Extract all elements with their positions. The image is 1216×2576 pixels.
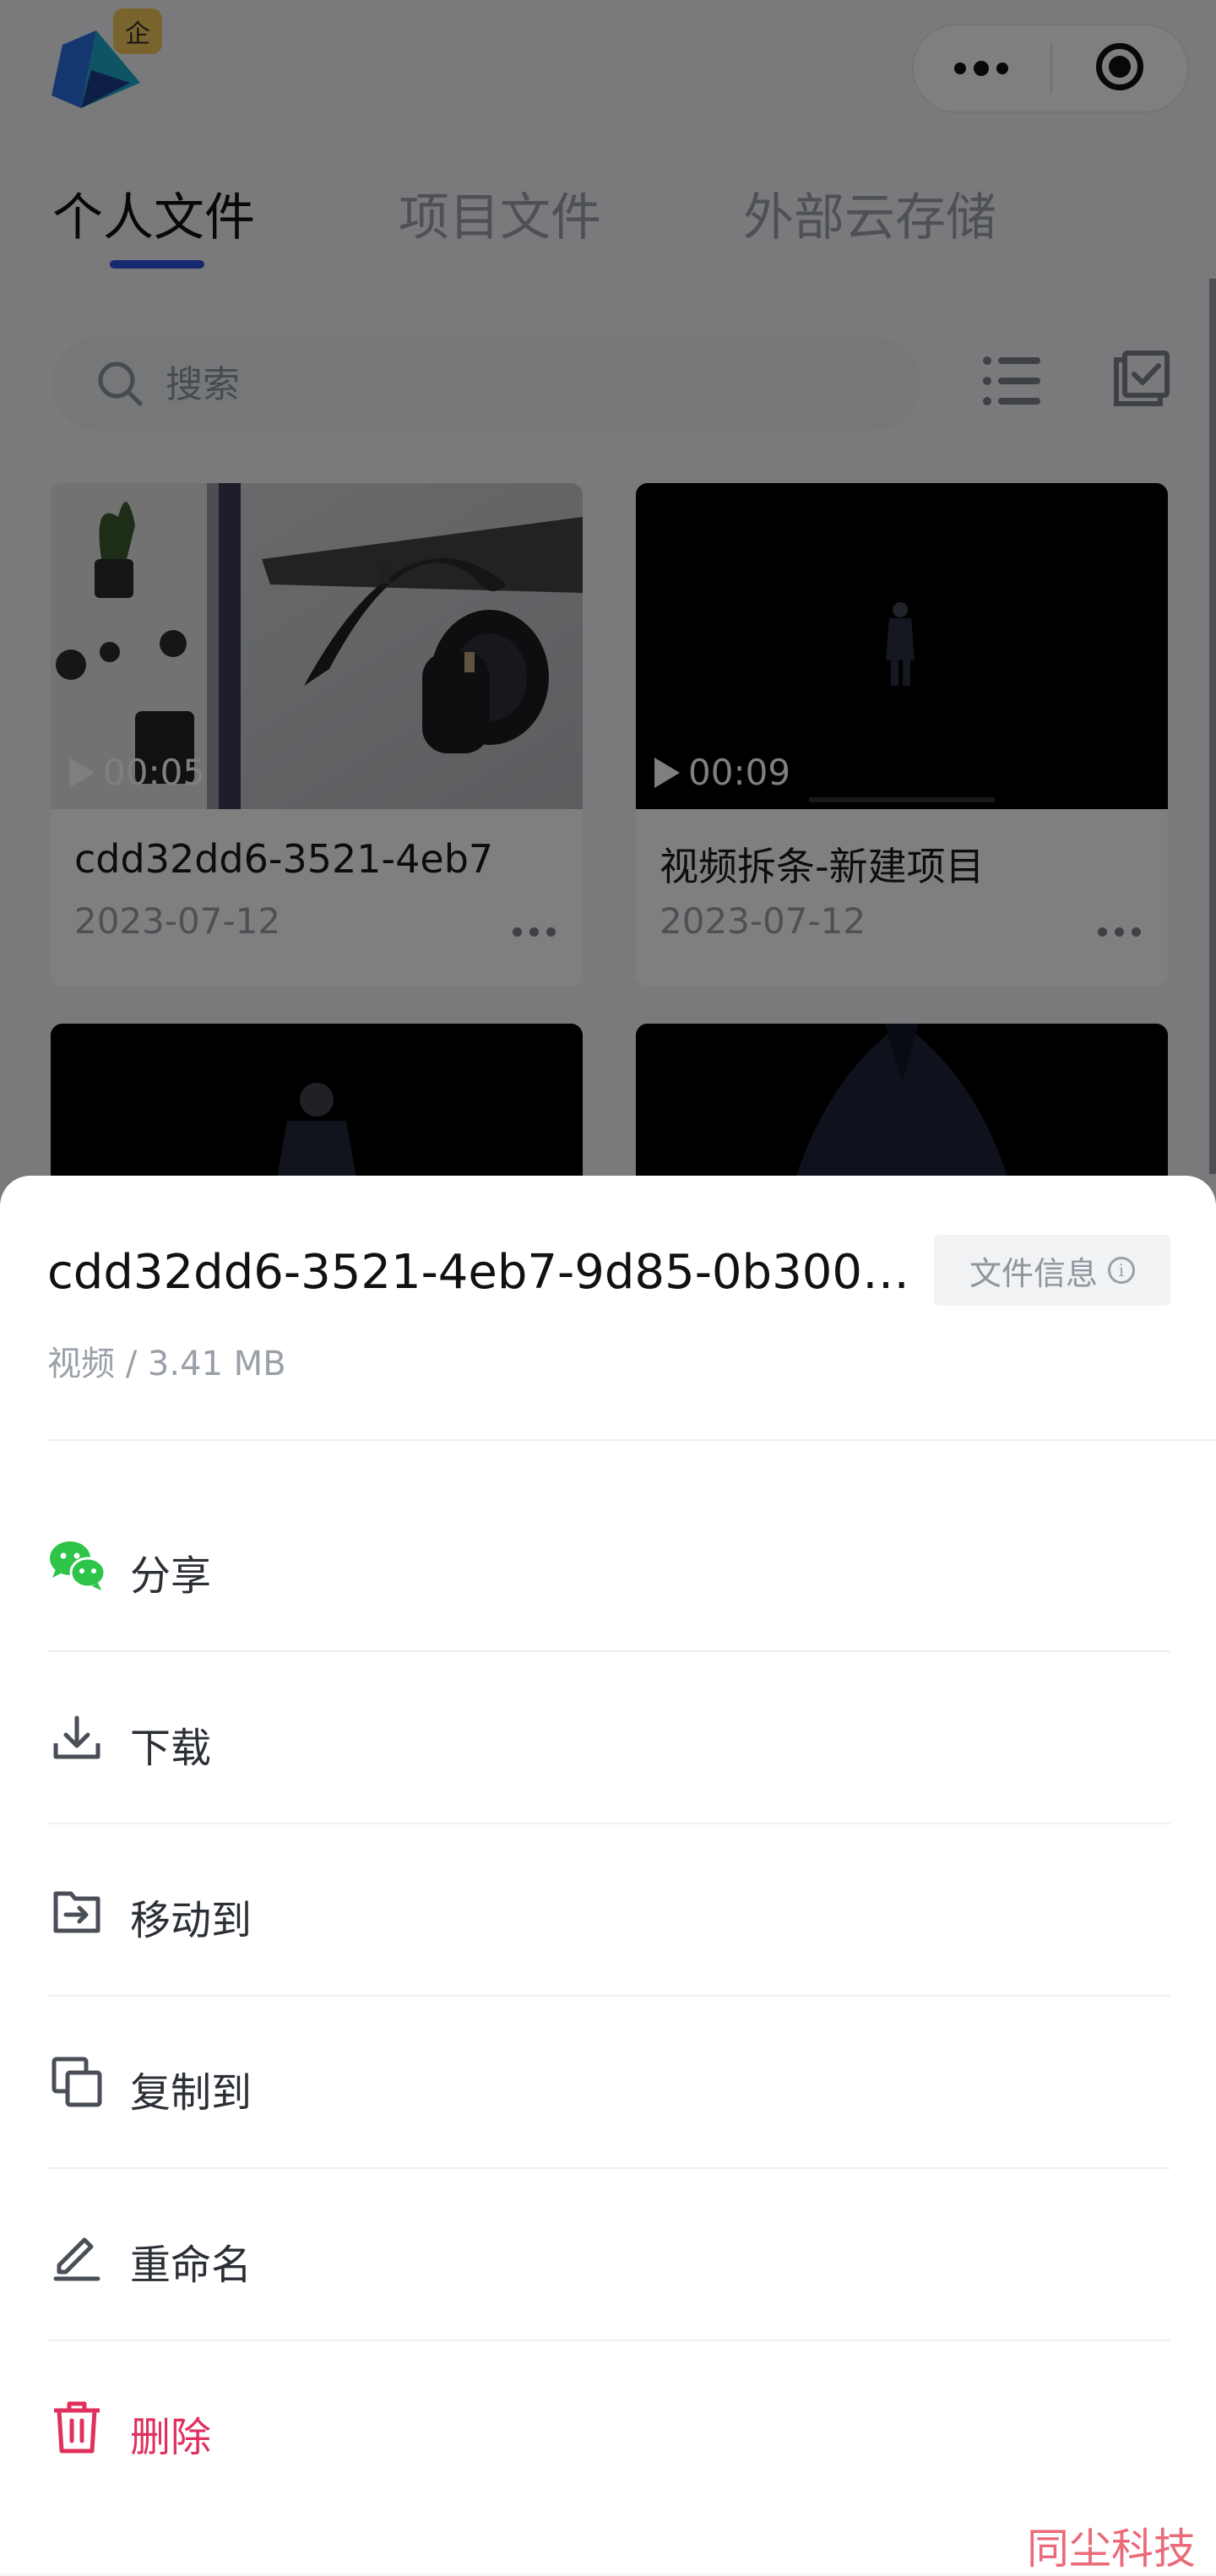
rename-action[interactable]: 重命名 bbox=[47, 2169, 1170, 2341]
sheet-file-name: cdd32dd6-3521-4eb7-9d85-0b3008e815… bbox=[47, 1245, 917, 1300]
info-icon: i bbox=[1108, 1257, 1135, 1284]
download-action[interactable]: 下载 bbox=[47, 1652, 1170, 1824]
file-info-label: 文件信息 bbox=[969, 1254, 1098, 1292]
rename-label: 重命名 bbox=[130, 2242, 252, 2289]
copy-icon bbox=[52, 2057, 102, 2107]
rename-pen-icon bbox=[53, 2237, 100, 2281]
download-icon bbox=[53, 1715, 100, 1759]
file-info-button[interactable]: 文件信息 i bbox=[934, 1235, 1170, 1306]
copy-to-action[interactable]: 复制到 bbox=[47, 1997, 1170, 2169]
file-action-sheet: cdd32dd6-3521-4eb7-9d85-0b3008e815… 文件信息… bbox=[0, 1176, 1216, 2573]
delete-label: 删除 bbox=[130, 2414, 212, 2461]
share-action[interactable]: 分享 bbox=[47, 1480, 1170, 1652]
wechat-icon bbox=[50, 1541, 106, 1590]
move-to-icon bbox=[53, 1891, 100, 1933]
trash-icon bbox=[54, 2401, 100, 2454]
divider bbox=[47, 1439, 1216, 1441]
delete-action[interactable]: 删除 bbox=[47, 2341, 1170, 2514]
download-label: 下载 bbox=[130, 1725, 212, 1772]
move-to-action[interactable]: 移动到 bbox=[47, 1824, 1170, 1997]
copy-to-label: 复制到 bbox=[130, 2069, 252, 2117]
watermark-text: 同尘科技 bbox=[1027, 2524, 1196, 2573]
share-label: 分享 bbox=[130, 1552, 212, 1600]
move-to-label: 移动到 bbox=[130, 1897, 252, 1944]
file-meta: 视频 / 3.41 MB bbox=[47, 1345, 286, 1383]
